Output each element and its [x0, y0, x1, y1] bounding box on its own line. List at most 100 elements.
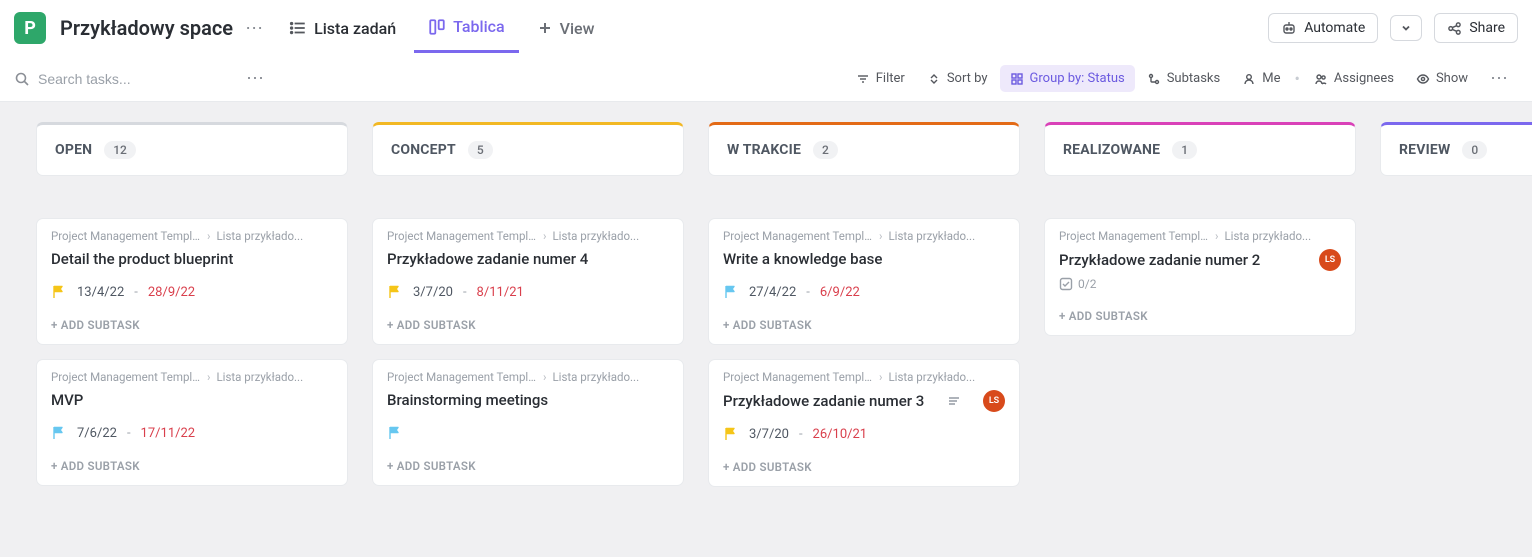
due-date[interactable]: 8/11/21 [477, 285, 524, 300]
task-card[interactable]: Project Management Template ...›Lista pr… [372, 218, 684, 345]
priority-flag-icon[interactable] [51, 425, 67, 441]
breadcrumb[interactable]: Project Management Template ...›Lista pr… [51, 229, 333, 243]
task-card[interactable]: Project Management Template ...›Lista pr… [372, 359, 684, 486]
breadcrumb-1: Project Management Template ... [723, 229, 873, 243]
show-label: Show [1436, 71, 1468, 86]
add-subtask-button[interactable]: ADD SUBTASK [387, 459, 669, 473]
top-header: P Przykładowy space ⋯ Lista zadań Tablic… [0, 0, 1532, 56]
date-separator: - [806, 285, 810, 300]
breadcrumb-1: Project Management Template ... [1059, 229, 1209, 243]
chevron-down-icon [1400, 22, 1412, 34]
column-title: REVIEW [1399, 142, 1450, 158]
groupby-button[interactable]: Group by: Status [1000, 65, 1135, 92]
task-card[interactable]: Project Management Template ...›Lista pr… [36, 218, 348, 345]
column-title: REALIZOWANE [1063, 142, 1160, 158]
tab-add-view[interactable]: View [523, 5, 609, 52]
column-header[interactable]: REVIEW0 [1380, 122, 1532, 176]
space-more-icon[interactable]: ⋯ [237, 18, 271, 39]
assignee-avatar[interactable]: LS [1319, 249, 1341, 271]
tab-list[interactable]: Lista zadań [275, 5, 410, 52]
subtasks-icon [1147, 72, 1161, 86]
automate-button[interactable]: Automate [1268, 13, 1378, 43]
priority-flag-icon[interactable] [51, 284, 67, 300]
add-subtask-button[interactable]: ADD SUBTASK [51, 459, 333, 473]
breadcrumb-2: Lista przykłado... [552, 370, 639, 384]
breadcrumb[interactable]: Project Management Template ... › Lista pr… [723, 229, 1005, 243]
subtasks-button[interactable]: Subtasks [1137, 65, 1231, 92]
add-subtask-button[interactable]: ADD SUBTASK [51, 318, 333, 332]
date-separator: - [134, 285, 138, 300]
space-badge[interactable]: P [14, 12, 46, 44]
breadcrumb[interactable]: Project Management Template ...›Lista pr… [387, 229, 669, 243]
share-button[interactable]: Share [1434, 13, 1518, 43]
task-card[interactable]: Project Management Template ...›Lista pr… [36, 359, 348, 486]
share-icon [1447, 21, 1462, 36]
automate-dropdown[interactable] [1390, 15, 1422, 41]
breadcrumb-2: Lista przykłado... [888, 229, 975, 243]
chevron-right-icon: › [879, 229, 882, 243]
task-card[interactable]: Project Management Template ...›Lista pr… [708, 359, 1020, 487]
eye-icon [1416, 72, 1430, 86]
due-date[interactable]: 6/9/22 [820, 285, 860, 300]
start-date[interactable]: 13/4/22 [77, 285, 124, 300]
me-button[interactable]: Me [1232, 65, 1290, 92]
toolbar: ⋯ Filter Sort by Group by: Status Subtas… [0, 56, 1532, 102]
add-subtask-button[interactable]: ADD SUBTASK [1059, 309, 1341, 323]
person-icon [1242, 72, 1256, 86]
add-subtask-button[interactable]: ADD SUBTASK [387, 318, 669, 332]
priority-flag-icon[interactable] [387, 425, 403, 441]
sort-icon [927, 72, 941, 86]
start-date[interactable]: 3/7/20 [749, 427, 789, 442]
due-date[interactable]: 28/9/22 [148, 285, 195, 300]
task-card[interactable]: Project Management Template ... › Lista pr… [708, 218, 1020, 345]
space-title[interactable]: Przykładowy space [60, 16, 233, 40]
toolbar-more-icon[interactable]: ⋯ [1480, 68, 1518, 89]
breadcrumb-1: Project Management Template ... [387, 370, 537, 384]
show-button[interactable]: Show [1406, 65, 1478, 92]
breadcrumb[interactable]: Project Management Template ...›Lista pr… [1059, 229, 1341, 243]
groupby-label: Group by: Status [1030, 71, 1125, 86]
column-count: 1 [1172, 141, 1197, 159]
search-more-icon[interactable]: ⋯ [236, 68, 274, 89]
board-column: REVIEW0 [1380, 122, 1532, 501]
subtask-progress[interactable]: 0/2 [1059, 277, 1341, 291]
chevron-right-icon: › [207, 229, 210, 243]
column-count: 2 [813, 141, 838, 159]
column-header[interactable]: W TRAKCIE 2 [708, 122, 1020, 176]
breadcrumb[interactable]: Project Management Template ...›Lista pr… [51, 370, 333, 384]
task-card[interactable]: Project Management Template ...›Lista pr… [1044, 218, 1356, 336]
column-header[interactable]: REALIZOWANE 1 [1044, 122, 1356, 176]
column-header[interactable]: CONCEPT5 [372, 122, 684, 176]
filter-button[interactable]: Filter [846, 65, 915, 92]
start-date[interactable]: 3/7/20 [413, 285, 453, 300]
start-date[interactable]: 7/6/22 [77, 426, 117, 441]
add-subtask-button[interactable]: ADD SUBTASK [723, 318, 1005, 332]
priority-flag-icon[interactable] [723, 284, 739, 300]
priority-flag-icon[interactable] [387, 284, 403, 300]
search-icon [14, 71, 30, 87]
breadcrumb-1: Project Management Template ... [723, 370, 873, 384]
due-date[interactable]: 26/10/21 [813, 427, 868, 442]
board-column: OPEN12 Project Management Template ...›Li… [36, 122, 348, 501]
search-input[interactable] [38, 71, 208, 87]
sort-label: Sort by [947, 71, 988, 86]
sort-button[interactable]: Sort by [917, 65, 998, 92]
breadcrumb[interactable]: Project Management Template ...›Lista pr… [723, 370, 1005, 384]
filter-label: Filter [876, 71, 905, 86]
column-count: 12 [104, 141, 136, 159]
breadcrumb-1: Project Management Template ... [51, 370, 201, 384]
column-title: W TRAKCIE [727, 142, 801, 158]
date-separator: - [127, 426, 131, 441]
assignee-avatar[interactable]: LS [983, 390, 1005, 412]
tab-board[interactable]: Tablica [414, 3, 518, 53]
priority-flag-icon[interactable] [723, 426, 739, 442]
column-header[interactable]: OPEN12 [36, 122, 348, 176]
add-subtask-button[interactable]: ADD SUBTASK [723, 460, 1005, 474]
search-wrap [14, 71, 234, 87]
assignees-label: Assignees [1334, 71, 1394, 86]
breadcrumb[interactable]: Project Management Template ...›Lista pr… [387, 370, 669, 384]
assignees-button[interactable]: Assignees [1304, 65, 1404, 92]
breadcrumb-2: Lista przykłado... [1224, 229, 1311, 243]
start-date[interactable]: 27/4/22 [749, 285, 796, 300]
due-date[interactable]: 17/11/22 [141, 426, 196, 441]
